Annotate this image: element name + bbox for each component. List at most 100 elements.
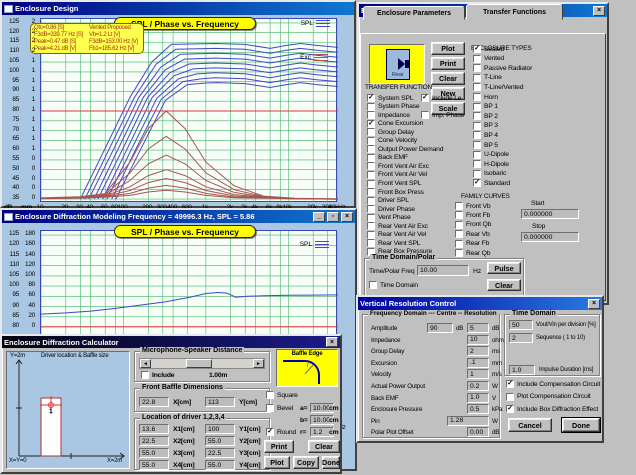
family-stop-field[interactable]: 0.000000 — [521, 232, 579, 242]
checkbox[interactable] — [473, 64, 481, 72]
cancel-button[interactable]: Cancel — [508, 418, 552, 432]
include-checkbox[interactable] — [141, 371, 149, 379]
checkbox[interactable] — [455, 202, 463, 210]
checkbox[interactable] — [266, 404, 274, 412]
minimize-button[interactable]: _ — [313, 212, 325, 222]
checkbox[interactable] — [455, 240, 463, 248]
close-icon[interactable]: × — [326, 337, 338, 347]
driver-3-x-field[interactable]: 55.0 — [139, 448, 169, 458]
copy-button[interactable]: Copy — [293, 456, 319, 469]
res-value-field[interactable]: 10 — [467, 335, 489, 345]
checkbox[interactable] — [367, 188, 375, 196]
res-value-field[interactable]: 5 — [467, 323, 489, 333]
mic-distance-scrollbar[interactable]: ◄ ► — [139, 358, 265, 369]
print-button[interactable]: Print — [264, 440, 294, 453]
checkbox[interactable] — [367, 111, 375, 119]
checkbox[interactable] — [473, 83, 481, 91]
res-value-field[interactable]: .1 — [467, 358, 489, 368]
checkbox[interactable] — [367, 222, 375, 230]
checkbox[interactable] — [506, 393, 514, 401]
checkbox[interactable] — [473, 170, 481, 178]
done-button[interactable]: Done — [562, 418, 600, 432]
titlebar-vertical-resolution[interactable]: Vertical Resolution Control × — [358, 297, 602, 310]
checkbox[interactable] — [367, 214, 375, 222]
checkbox[interactable] — [367, 145, 375, 153]
res-value-field[interactable]: 0.00 — [467, 427, 489, 437]
driver-2-x-field[interactable]: 22.5 — [139, 436, 169, 446]
driver-4-y-field[interactable]: 55.0 — [205, 460, 235, 470]
restore-button[interactable]: ▫ — [327, 212, 339, 222]
checkbox[interactable]: ✓ — [266, 428, 274, 436]
checkbox[interactable] — [367, 197, 375, 205]
checkbox[interactable] — [473, 93, 481, 101]
checkbox[interactable] — [455, 221, 463, 229]
driver-3-y-field[interactable]: 22.5 — [205, 448, 235, 458]
res-value-field[interactable]: 1.28 — [447, 416, 489, 426]
scroll-left-icon[interactable]: ◄ — [140, 359, 151, 368]
checkbox[interactable] — [266, 391, 274, 399]
res-value-field[interactable]: 0.5 — [467, 404, 489, 414]
res-value-field[interactable]: 1.0 — [467, 393, 489, 403]
baffle-dim-y-field[interactable]: 113 — [205, 397, 235, 407]
driver-1-x-field[interactable]: 13.6 — [139, 424, 169, 434]
print-button[interactable]: Print — [431, 57, 465, 70]
checkbox[interactable] — [367, 180, 375, 188]
sequence-field[interactable]: 2 — [509, 333, 533, 343]
scroll-right-icon[interactable]: ► — [253, 359, 264, 368]
scrollbar-thumb[interactable] — [186, 359, 212, 368]
checkbox[interactable] — [369, 281, 377, 289]
checkbox[interactable]: ✓ — [473, 45, 481, 53]
checkbox[interactable] — [455, 249, 463, 257]
checkbox[interactable]: ✓ — [367, 94, 375, 102]
plot-button[interactable]: Plot — [264, 456, 290, 469]
checkbox[interactable]: ✓ — [421, 94, 429, 102]
checkbox[interactable] — [367, 171, 375, 179]
checkbox[interactable] — [473, 55, 481, 63]
checkbox[interactable] — [367, 137, 375, 145]
checkbox[interactable] — [367, 103, 375, 111]
res-value-field[interactable]: 0.2 — [467, 381, 489, 391]
checkbox[interactable] — [473, 122, 481, 130]
checkbox[interactable] — [367, 154, 375, 162]
close-icon[interactable]: × — [588, 299, 600, 309]
checkbox[interactable] — [473, 141, 481, 149]
checkbox[interactable] — [473, 74, 481, 82]
checkbox[interactable] — [367, 205, 375, 213]
clear-button[interactable]: Clear — [308, 440, 340, 453]
checkbox[interactable]: ✓ — [473, 179, 481, 187]
checkbox[interactable] — [473, 131, 481, 139]
res-value-field[interactable]: 1 — [467, 369, 489, 379]
driver-2-y-field[interactable]: 55.0 — [205, 436, 235, 446]
checkbox[interactable] — [455, 230, 463, 238]
family-start-field[interactable]: 0.000000 — [521, 209, 579, 219]
titlebar-enclosure-design[interactable]: Enclosure Design — [2, 2, 354, 15]
tab-transfer-functions[interactable]: Transfer Functions — [466, 4, 563, 20]
res-centre-field[interactable]: 90 — [427, 323, 453, 333]
checkbox[interactable]: ✓ — [367, 120, 375, 128]
checkbox[interactable] — [367, 162, 375, 170]
titlebar-diffraction-modeling[interactable]: Enclosure Diffraction Modeling Frequency… — [2, 210, 355, 223]
driver-1-y-field[interactable]: 100 — [205, 424, 235, 434]
checkbox[interactable] — [367, 231, 375, 239]
checkbox[interactable] — [455, 211, 463, 219]
checkbox[interactable]: ✓ — [506, 405, 514, 413]
checkbox[interactable] — [473, 112, 481, 120]
done-button[interactable]: Done — [322, 456, 340, 469]
res-value-field[interactable]: 2 — [467, 346, 489, 356]
checkbox[interactable]: ✓ — [506, 380, 514, 388]
plot-button[interactable]: Plot — [431, 42, 465, 55]
time-polar-freq-field[interactable]: 10.00 — [417, 265, 469, 276]
checkbox[interactable] — [473, 160, 481, 168]
close-button[interactable]: × — [341, 212, 353, 222]
checkbox[interactable] — [473, 103, 481, 111]
baffle-dim-x-field[interactable]: 22.8 — [139, 397, 169, 407]
checkbox[interactable] — [473, 151, 481, 159]
time-clear-button[interactable]: Clear — [487, 279, 521, 291]
pulse-button[interactable]: Pulse — [487, 262, 521, 274]
vout-field[interactable]: 50 — [509, 320, 533, 330]
impulse-duration-field[interactable]: 1.0 — [509, 365, 535, 375]
checkbox[interactable] — [367, 128, 375, 136]
checkbox[interactable] — [421, 111, 429, 119]
checkbox[interactable] — [367, 239, 375, 247]
driver-4-x-field[interactable]: 55.0 — [139, 460, 169, 470]
